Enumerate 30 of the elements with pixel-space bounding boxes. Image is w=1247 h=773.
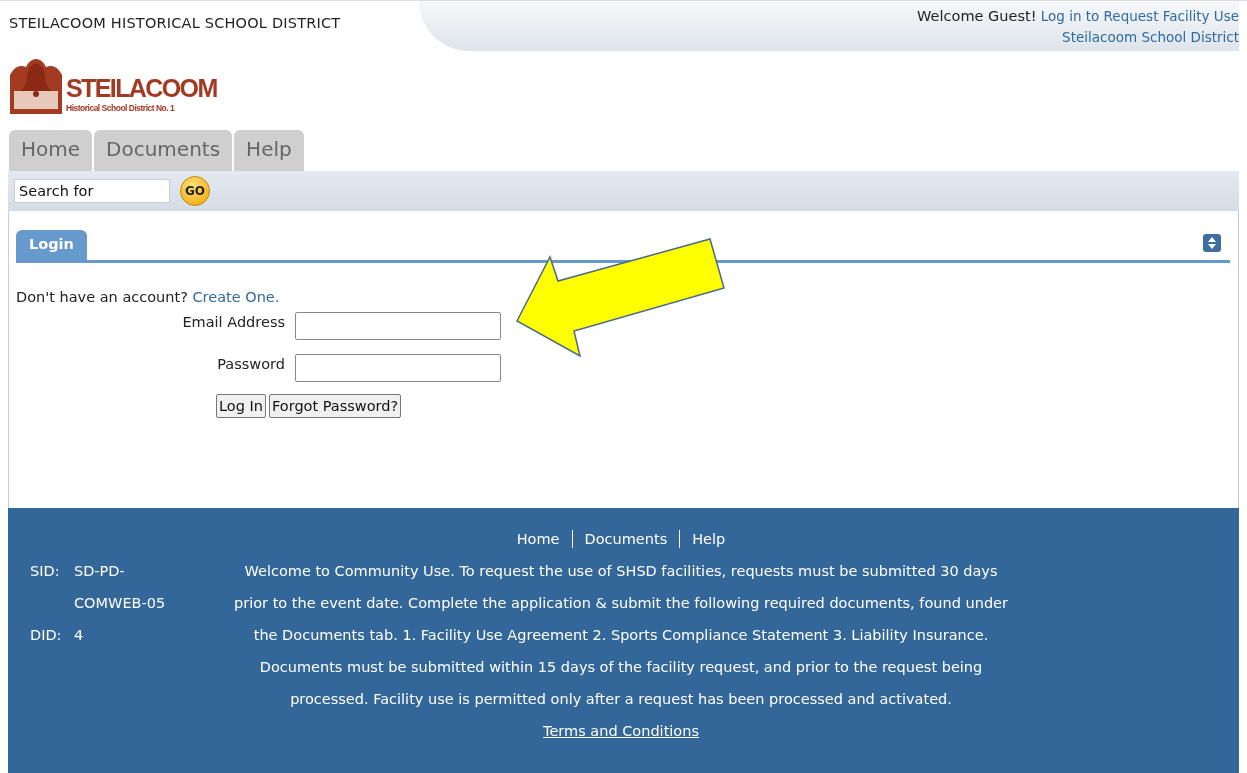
collapse-toggle-icon[interactable] [1203, 234, 1221, 252]
input-field[interactable] [295, 312, 501, 340]
field-label: Email Address [182, 313, 285, 330]
login-link[interactable]: Log in to Request Facility Use [1040, 8, 1239, 24]
nav-tab[interactable]: Documents [94, 130, 233, 171]
create-account-link[interactable]: Create One. [192, 289, 280, 305]
field-label: Password [217, 355, 285, 372]
district-link[interactable]: Steilacoom School District [1062, 27, 1239, 48]
id-value: SD-PD-COMWEB-05 [74, 562, 167, 613]
form-button[interactable]: Log In [216, 394, 266, 418]
footer-text: Welcome to Community Use. To request the use of SHSD facilities, requests must be submitted 30 days prior to the event date. Complete the application & submit the following required documents, found under the Documents tab. 1. Facility Use Agreement 2. Sports Compliance Statement 3. Liability Insurance. Documents must be submitted within 15 days of the facility request, and prior to the request being processed. Facility use is permitted only after a request has been processed and activated. [233, 562, 1009, 709]
no-account-text: Don't have an account? [16, 289, 188, 305]
search-field[interactable]: Search for [14, 179, 170, 203]
welcome-text: Welcome Guest! [917, 8, 1037, 24]
footer-link[interactable]: Documents [572, 523, 680, 555]
id-label: SID: [30, 562, 61, 581]
terms-link[interactable]: Terms and Conditions [543, 715, 699, 747]
input-field[interactable] [295, 354, 501, 382]
site-title: STEILACOOM HISTORICAL SCHOOL DISTRICT [8, 14, 342, 33]
go-button[interactable]: GO [180, 176, 210, 206]
nav-tab[interactable]: Help [234, 130, 304, 171]
logo-wordmark: STEILACOOM [66, 73, 217, 103]
nav-tab[interactable]: Home [9, 130, 93, 171]
logo-subtitle: Historical School District No. 1 [66, 103, 176, 114]
footer-link[interactable]: Help [680, 523, 738, 555]
id-label: DID: [30, 626, 63, 645]
bell-logo-icon [8, 57, 64, 114]
id-value: 4 [74, 626, 85, 645]
footer-link[interactable]: Home [504, 523, 572, 555]
form-button[interactable]: Forgot Password? [269, 394, 402, 418]
